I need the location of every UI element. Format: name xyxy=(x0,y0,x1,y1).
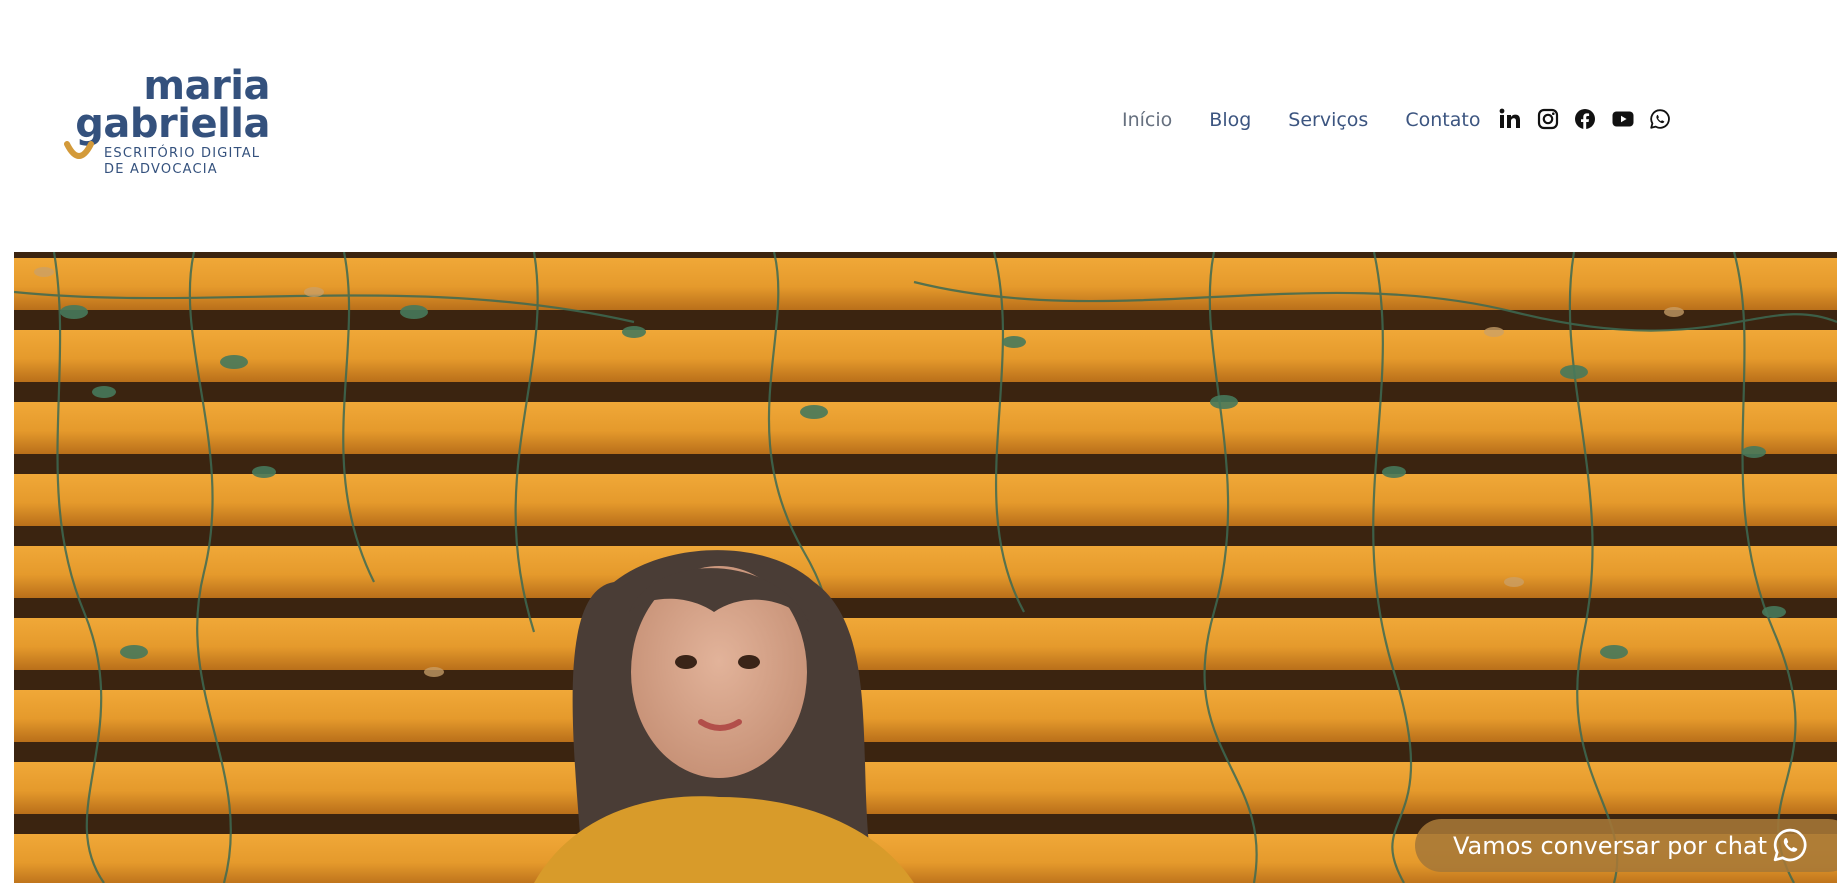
linkedin-icon[interactable] xyxy=(1498,107,1522,131)
main-nav: Início Blog Serviços Contato xyxy=(1122,106,1517,134)
logo-name-line2: gabriella xyxy=(75,102,270,146)
nav-item-contato[interactable]: Contato xyxy=(1405,109,1480,131)
instagram-icon[interactable] xyxy=(1536,107,1560,131)
logo-tagline-line2: DE ADVOCACIA xyxy=(104,162,218,177)
nav-item-servicos[interactable]: Serviços xyxy=(1288,109,1368,131)
whatsapp-icon[interactable] xyxy=(1648,107,1672,131)
facebook-icon[interactable] xyxy=(1573,107,1597,131)
nav-item-blog[interactable]: Blog xyxy=(1209,109,1251,131)
logo-smile-icon xyxy=(64,138,94,168)
logo-tagline-line1: ESCRITÓRIO DIGITAL xyxy=(104,146,260,161)
chat-button-label: Vamos conversar por chat xyxy=(1453,832,1767,860)
site-logo[interactable]: maria gabriella ESCRITÓRIO DIGITAL DE AD… xyxy=(60,66,270,181)
youtube-icon[interactable] xyxy=(1611,107,1635,131)
site-header: maria gabriella ESCRITÓRIO DIGITAL DE AD… xyxy=(0,0,1837,252)
nav-item-inicio[interactable]: Início xyxy=(1122,109,1172,131)
page: maria gabriella ESCRITÓRIO DIGITAL DE AD… xyxy=(0,0,1837,883)
hero-photo xyxy=(14,252,1837,883)
logo-name-line1: maria xyxy=(143,66,270,106)
whatsapp-icon xyxy=(1771,826,1809,864)
hero-portrait-image xyxy=(14,252,1837,883)
social-links xyxy=(1498,106,1686,132)
chat-button[interactable]: Vamos conversar por chat xyxy=(1415,819,1837,872)
